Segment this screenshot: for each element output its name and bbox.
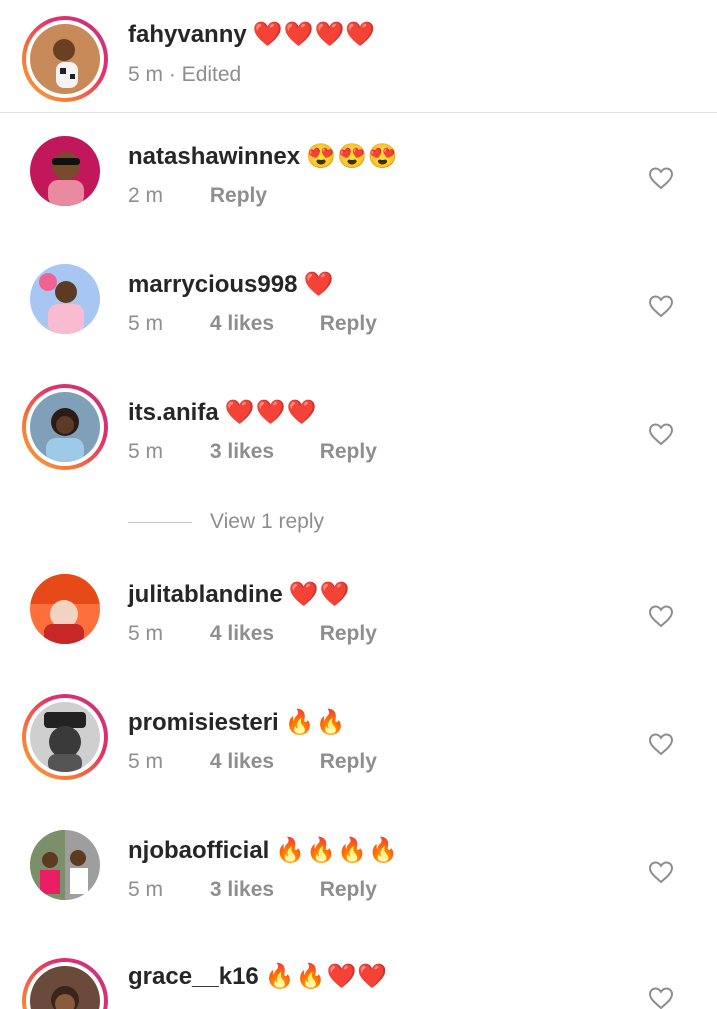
comment-row: julitablandine ❤️❤️ 5 m 4 likes Reply [0, 566, 717, 676]
comment-time: 5 m [128, 312, 164, 335]
reply-button[interactable]: Reply [320, 440, 377, 464]
comment-time: 5 m [128, 878, 164, 901]
heart-outline-icon[interactable] [648, 422, 674, 446]
heart-outline-icon[interactable] [648, 166, 674, 190]
comment-avatar[interactable] [22, 256, 108, 342]
comment-emojis: 🔥🔥 [284, 709, 347, 736]
comment-username[interactable]: its.anifa ❤️❤️❤️ [128, 398, 317, 427]
comment-meta: 5 m 4 likes Reply [128, 622, 377, 646]
caption-username[interactable]: fahyvanny ❤️❤️❤️❤️ [128, 20, 376, 49]
heart-outline-icon[interactable] [648, 604, 674, 628]
comment-username[interactable]: grace__k16 🔥🔥❤️❤️ [128, 962, 388, 991]
comment-username[interactable]: njobaofficial 🔥🔥🔥🔥 [128, 836, 399, 865]
comment-row: promisiesteri 🔥🔥 5 m 4 likes Reply [0, 694, 717, 804]
comment-emojis: 🔥🔥❤️❤️ [264, 963, 389, 990]
comment-time: 5 m [128, 750, 164, 773]
avatar [30, 24, 100, 94]
caption-meta: 5 m · Edited [128, 63, 241, 87]
reply-button[interactable]: Reply [320, 622, 377, 646]
comment-meta: 5 m 4 likes Reply [128, 312, 377, 336]
comment-meta: 5 m 4 likes Reply [128, 750, 377, 774]
comment-avatar[interactable] [22, 128, 108, 214]
comment-username[interactable]: natashawinnex 😍😍😍 [128, 142, 399, 171]
comment-time: 5 m [128, 440, 164, 463]
comment-meta: 5 m 3 likes Reply [128, 878, 377, 902]
caption-time: 5 m [128, 63, 164, 86]
comment-row: its.anifa ❤️❤️❤️ 5 m 3 likes Reply [0, 384, 717, 494]
heart-outline-icon[interactable] [648, 732, 674, 756]
comment-likes[interactable]: 4 likes [210, 622, 314, 646]
caption-avatar[interactable] [22, 16, 108, 102]
avatar [30, 392, 100, 462]
comment-likes[interactable]: 3 likes [210, 440, 314, 464]
comment-username[interactable]: marrycious998 ❤️ [128, 270, 334, 299]
comment-emojis: 🔥🔥🔥🔥 [275, 837, 399, 864]
avatar [30, 136, 100, 206]
reply-button[interactable]: Reply [320, 750, 377, 774]
comment-likes[interactable]: 4 likes [210, 312, 314, 336]
caption-edited: · Edited [168, 63, 242, 86]
comment-meta: 2 m Reply [128, 184, 267, 208]
heart-outline-icon[interactable] [648, 860, 674, 884]
comment-emojis: ❤️ [303, 271, 335, 298]
comment-row: njobaofficial 🔥🔥🔥🔥 5 m 3 likes Reply [0, 822, 717, 932]
view-replies-button[interactable]: View 1 reply [128, 510, 324, 534]
comment-avatar[interactable] [22, 694, 108, 780]
comment-avatar[interactable] [22, 566, 108, 652]
comment-time: 2 m [128, 184, 164, 207]
divider [128, 521, 192, 523]
comment-username[interactable]: julitablandine ❤️❤️ [128, 580, 350, 609]
comment-emojis: ❤️❤️ [288, 581, 351, 608]
avatar [30, 264, 100, 334]
reply-button[interactable]: Reply [320, 312, 377, 336]
avatar [30, 830, 100, 900]
comment-time: 5 m [128, 622, 164, 645]
comment-row: marrycious998 ❤️ 5 m 4 likes Reply [0, 256, 717, 366]
comment-likes[interactable]: 3 likes [210, 878, 314, 902]
comment-row: natashawinnex 😍😍😍 2 m Reply [0, 128, 717, 238]
caption-emojis: ❤️❤️❤️❤️ [252, 21, 377, 48]
comment-emojis: ❤️❤️❤️ [224, 399, 318, 426]
comment-username[interactable]: promisiesteri 🔥🔥 [128, 708, 347, 737]
comment-avatar[interactable] [22, 384, 108, 470]
avatar [30, 702, 100, 772]
view-replies-label: View 1 reply [210, 510, 325, 533]
comment-emojis: 😍😍😍 [306, 143, 399, 170]
heart-outline-icon[interactable] [648, 294, 674, 318]
comment-meta: 5 m 3 likes Reply [128, 440, 377, 464]
avatar [30, 574, 100, 644]
comment-row: grace__k16 🔥🔥❤️❤️ [0, 950, 717, 1009]
comment-avatar[interactable] [22, 822, 108, 908]
comment-avatar[interactable] [22, 958, 108, 1009]
post-caption: fahyvanny ❤️❤️❤️❤️ 5 m · Edited [0, 0, 717, 113]
reply-button[interactable]: Reply [320, 878, 377, 902]
comment-likes[interactable]: 4 likes [210, 750, 314, 774]
heart-outline-icon[interactable] [648, 986, 674, 1009]
reply-button[interactable]: Reply [210, 184, 267, 208]
